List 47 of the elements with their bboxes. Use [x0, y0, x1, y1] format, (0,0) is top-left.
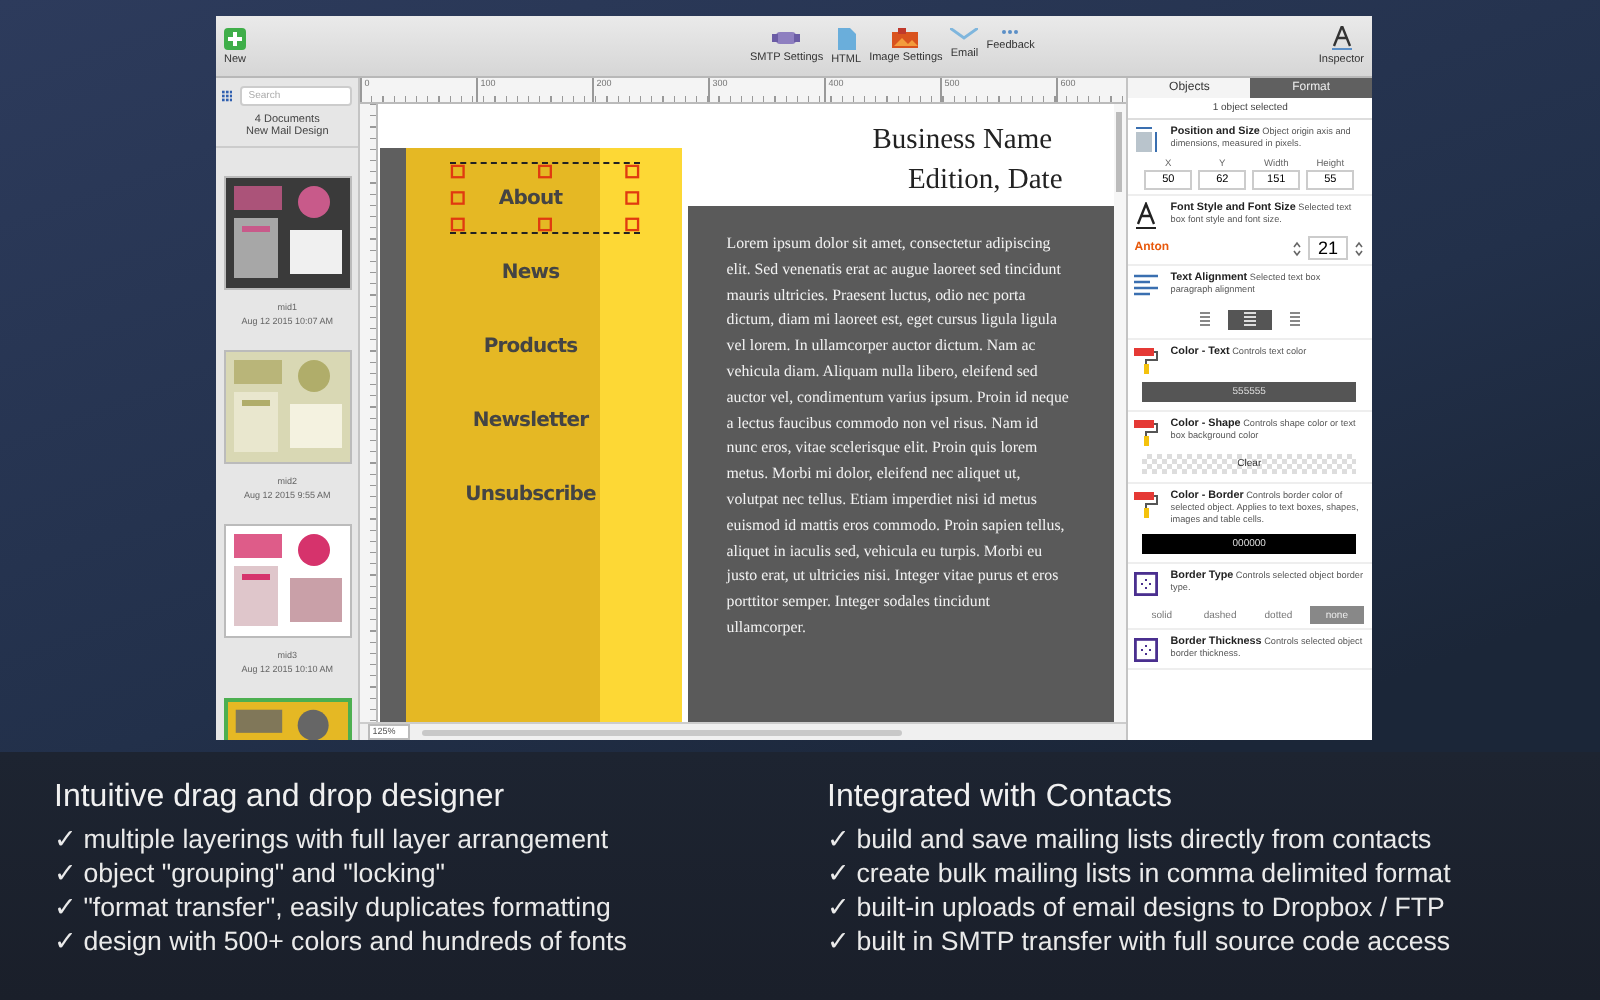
dotted-square-icon: [1134, 636, 1159, 664]
paint-roller-icon: [1134, 490, 1159, 518]
feature-item: ✓ build and save mailing lists directly from contacts: [827, 822, 1434, 856]
feature-item: ✓ design with 500+ colors and hundreds of fonts: [54, 924, 629, 958]
letter-icon: [1134, 202, 1159, 230]
ellipsis-icon: [1000, 27, 1021, 35]
align-icon: [1199, 312, 1212, 328]
feature-item: ✓ built in SMTP transfer with full source code access: [827, 924, 1453, 958]
letter-icon: [1331, 26, 1352, 50]
business-name: Business Name: [870, 122, 1055, 158]
feature-item: ✓ built-in uploads of email designs to Dropbox / FTP: [827, 890, 1447, 924]
grid-icon[interactable]: [222, 88, 233, 104]
paint-roller-icon: [1134, 346, 1159, 374]
align-button[interactable]: [1227, 310, 1272, 330]
align-button[interactable]: [1195, 310, 1216, 330]
nav-label[interactable]: News: [501, 258, 560, 290]
document-thumbnail[interactable]: [223, 350, 352, 464]
feature-item: ✓ "format transfer", easily duplicates formatting: [54, 890, 613, 924]
align-icon: [1287, 312, 1300, 328]
edition-date: Edition, Date: [905, 162, 1065, 200]
connector-icon: [772, 27, 801, 47]
align-left-icon: [1134, 272, 1159, 300]
feature-heading: Integrated with Contacts: [827, 780, 1175, 816]
scrollbar[interactable]: [421, 729, 902, 735]
resize-icon: [1134, 126, 1159, 154]
feature-item: ✓ create bulk mailing lists in comma delimited format: [827, 856, 1453, 890]
plus-icon: [224, 27, 246, 49]
nav-label[interactable]: Unsubscribe: [465, 480, 596, 512]
font-size-field[interactable]: 21: [1307, 236, 1348, 260]
stepper-icon[interactable]: [1291, 239, 1302, 257]
align-icon: [1243, 312, 1256, 328]
selection-handles-drawing[interactable]: [450, 162, 641, 234]
nav-label[interactable]: Products: [483, 332, 578, 364]
nav-label[interactable]: About: [498, 184, 563, 216]
scrollbar[interactable]: [1114, 104, 1127, 722]
feature-heading: Intuitive drag and drop designer: [54, 780, 507, 816]
document-icon: [837, 27, 856, 49]
document-thumbnail[interactable]: [223, 176, 352, 290]
nav-label[interactable]: Newsletter: [472, 406, 589, 438]
image-icon: [892, 27, 919, 47]
document-thumbnail[interactable]: [223, 524, 352, 638]
feature-item: ✓ object "grouping" and "locking": [54, 856, 447, 890]
dotted-square-icon: [1134, 570, 1159, 598]
stepper-icon[interactable]: [1354, 239, 1364, 257]
feature-item: ✓ multiple layerings with full layer arrangement: [54, 822, 611, 856]
envelope-icon: [950, 27, 979, 43]
paint-roller-icon: [1134, 418, 1159, 446]
